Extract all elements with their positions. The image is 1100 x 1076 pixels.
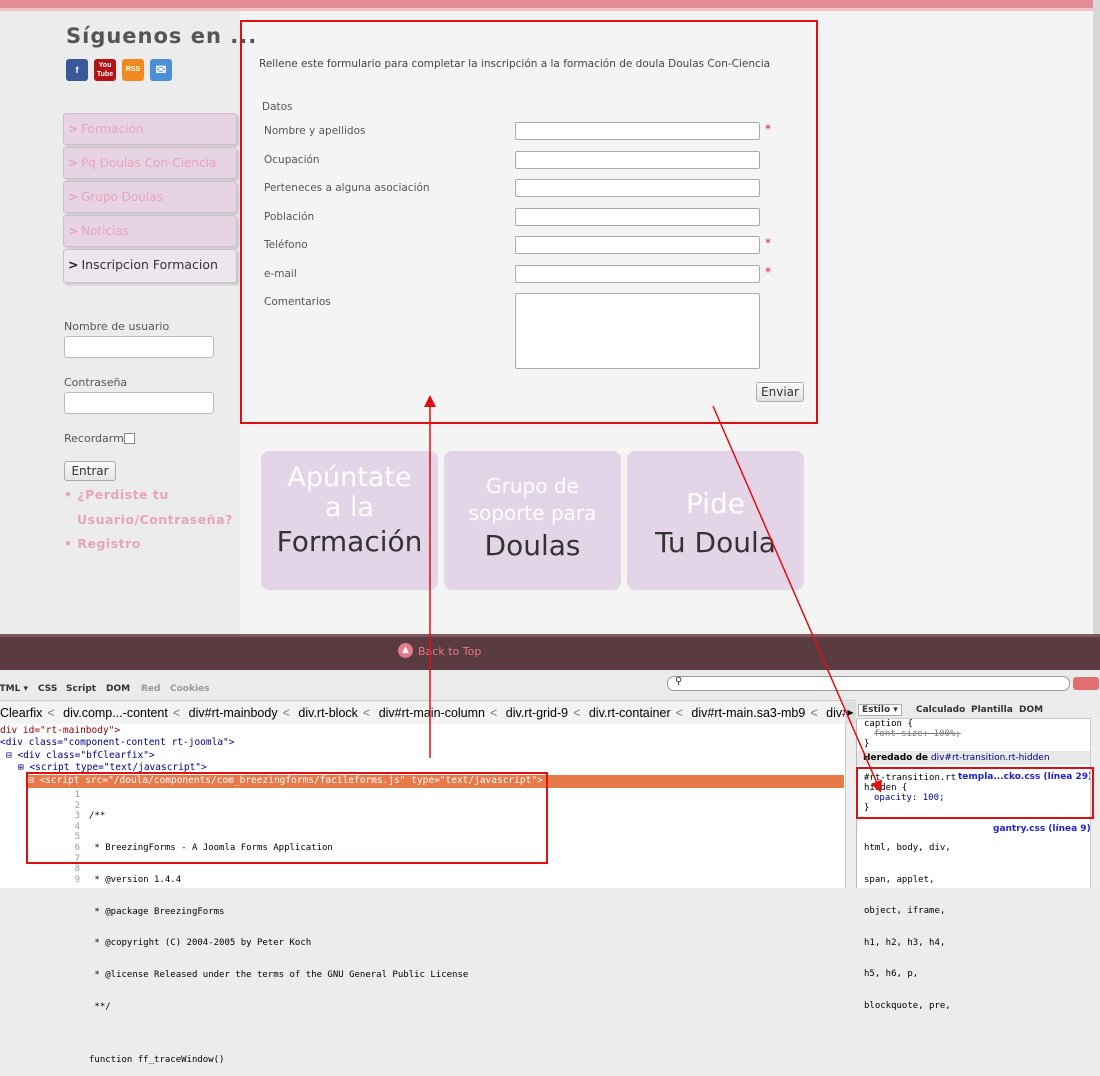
css-selector: object, iframe, (864, 906, 946, 916)
arrow-form-to-css (712, 405, 882, 793)
css-selector: blockquote, pre, (864, 1000, 951, 1011)
code-line: **/ (89, 1001, 111, 1012)
code-line: * @copyright (C) 2004-2005 by Peter Koch (89, 938, 312, 949)
css-selector: h1, h2, h3, h4, (864, 937, 946, 948)
annotation-arrows (424, 395, 882, 793)
code-line: function ff_traceWindow() (89, 1054, 225, 1065)
code-line: * @package BreezingForms (89, 906, 225, 917)
css-selector: h5, h6, p, (864, 969, 919, 979)
code-line: * @license Released under the terms of t… (89, 970, 469, 981)
